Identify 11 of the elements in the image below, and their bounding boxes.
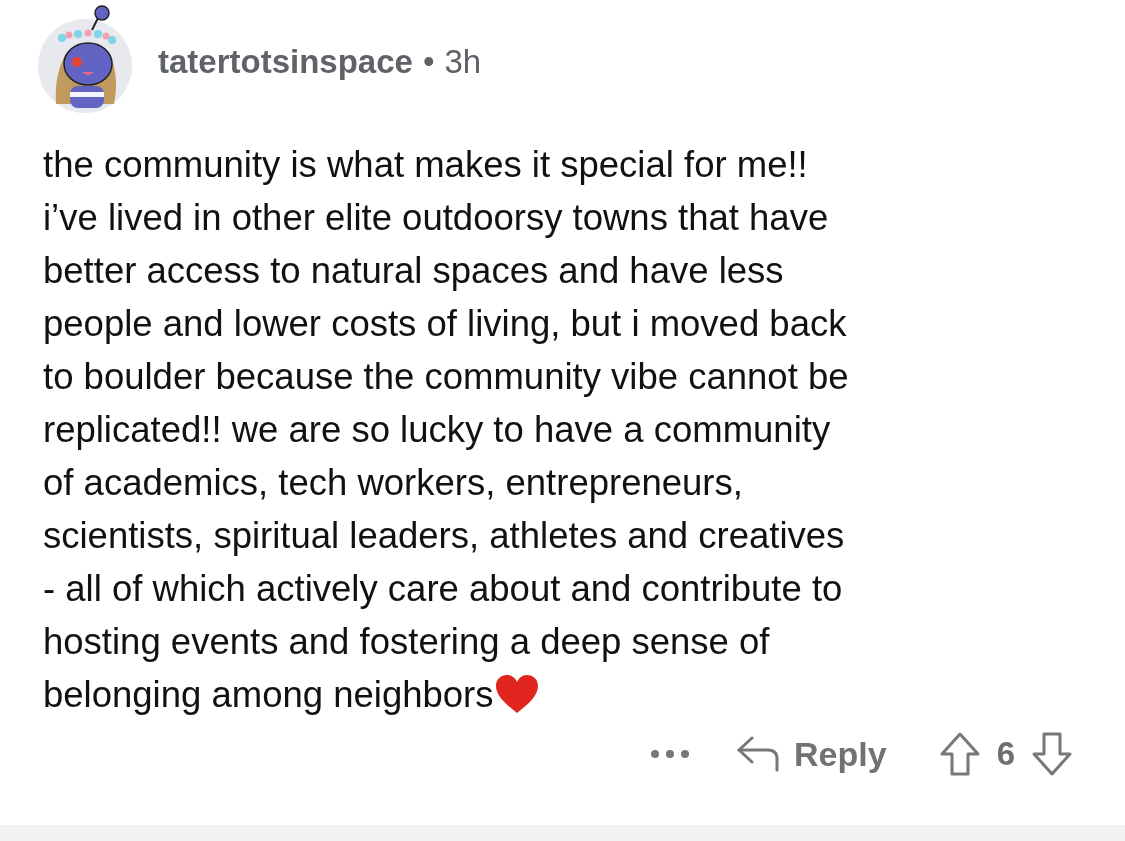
reply-icon <box>736 734 781 774</box>
vote-count: 6 <box>996 735 1015 773</box>
comment-text: the community is what makes it special for me!! i’ve lived in other elite outdoorsy towns that have better access to natural spaces and have less people and lower costs of living, but i moved back to boulder because the community vibe cannot be replicated!! we are so lucky to have a community of academics, tech workers, entrepreneurs, scientists, spiritual leaders, athletes and creatives - all of which actively care about and contribute to hosting events and fostering a deep sense of belonging among neighbors <box>43 143 850 717</box>
more-options-icon[interactable] <box>650 748 691 760</box>
username[interactable]: tatertotsinspace <box>158 43 413 81</box>
heart-icon <box>493 673 540 715</box>
separator-dot: • <box>422 43 435 81</box>
comment-age: 3h <box>444 43 482 81</box>
reply-button[interactable]: Reply <box>736 734 887 774</box>
downvote-icon[interactable] <box>1031 731 1073 777</box>
upvote-icon[interactable] <box>938 731 981 777</box>
